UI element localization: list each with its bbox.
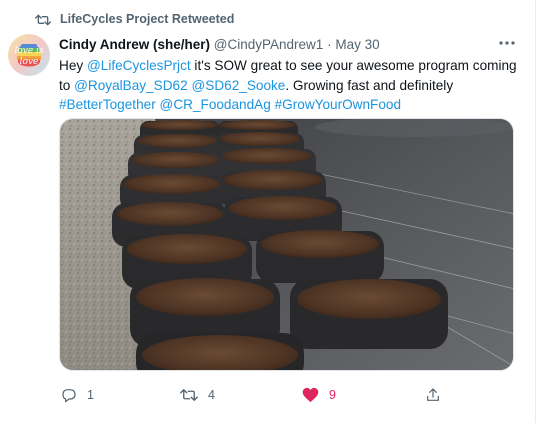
mention-royalbay-sd62[interactable]: @RoyalBay_SD62 — [74, 78, 188, 93]
tweet-actions: 1 4 9 — [59, 385, 479, 407]
tweet-header: Cindy Andrew (she/her) @CindyPAndrew1 · … — [59, 37, 380, 52]
author-name[interactable]: Cindy Andrew (she/her) — [59, 37, 210, 52]
like-button[interactable]: 9 — [302, 385, 336, 405]
svg-text:love: love — [20, 57, 39, 67]
share-button[interactable] — [425, 385, 441, 405]
retweet-icon — [180, 389, 198, 401]
text-segment: Hey — [59, 58, 87, 73]
tweet-photo[interactable] — [59, 118, 514, 371]
tweet-text: Hey @LifeCyclesPrjct it's SOW great to s… — [59, 56, 519, 115]
more-icon[interactable] — [496, 35, 518, 51]
mention-cr-foodandag[interactable]: @CR_FoodandAg — [160, 97, 271, 112]
retweet-label: LifeCycles Project Retweeted — [60, 12, 235, 26]
retweet-icon — [35, 14, 51, 26]
like-count: 9 — [329, 388, 336, 402]
grow-bags-photo — [60, 119, 513, 370]
retweet-button[interactable]: 4 — [180, 385, 215, 405]
avatar[interactable]: love is love — [8, 34, 50, 76]
reply-icon — [62, 389, 76, 403]
mention-lifecyclesprjct[interactable]: @LifeCyclesPrjct — [87, 58, 191, 73]
text-segment: . Growing fast and definitely — [285, 77, 454, 93]
share-icon — [427, 388, 439, 401]
reply-button[interactable]: 1 — [61, 385, 94, 405]
tweet-card[interactable]: LifeCycles Project Retweeted love is lov… — [0, 0, 536, 423]
hashtag-growyourownfood[interactable]: #GrowYourOwnFood — [275, 97, 401, 112]
svg-text:love is: love is — [14, 46, 43, 56]
hashtag-bettertogether[interactable]: #BetterTogether — [59, 97, 156, 112]
like-icon — [302, 387, 319, 403]
mention-sd62-sooke[interactable]: @SD62_Sooke — [191, 78, 285, 93]
author-handle[interactable]: @CindyPAndrew1 — [214, 37, 324, 52]
tweet-date[interactable]: May 30 — [335, 37, 379, 52]
reply-count: 1 — [87, 388, 94, 402]
love-is-love-avatar-image: love is love — [8, 34, 50, 76]
header-separator: · — [327, 37, 332, 52]
retweet-count: 4 — [208, 388, 215, 402]
